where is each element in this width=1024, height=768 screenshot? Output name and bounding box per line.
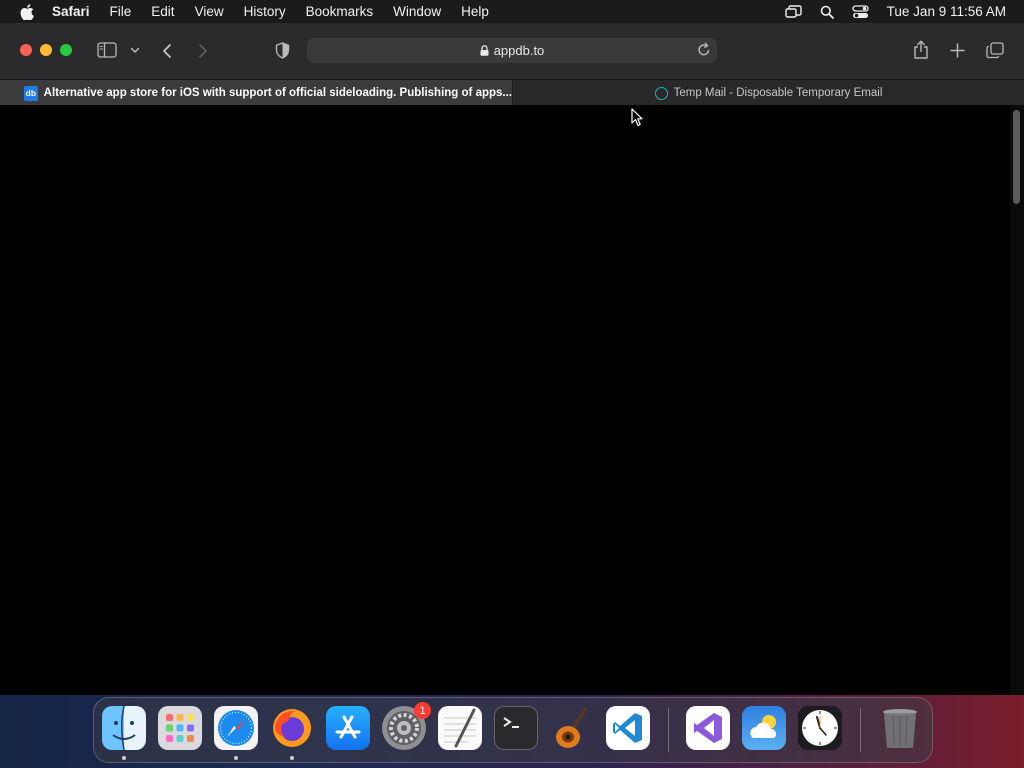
clock-icon[interactable] [798, 706, 842, 750]
tab-temp-mail[interactable]: Temp Mail - Disposable Temporary Email [513, 80, 1024, 106]
minimize-window-button[interactable] [40, 44, 52, 56]
menu-view[interactable]: View [195, 4, 224, 19]
screen-mirroring-icon[interactable] [784, 5, 802, 18]
share-icon[interactable] [913, 40, 929, 59]
lock-icon [480, 45, 489, 56]
scrollbar-thumb[interactable] [1013, 110, 1020, 204]
menu-edit[interactable]: Edit [151, 4, 174, 19]
tab-title: Temp Mail - Disposable Temporary Email [673, 87, 883, 99]
sidebar-toggle-icon[interactable] [97, 42, 117, 58]
temp-mail-favicon-icon [654, 86, 668, 100]
weather-icon[interactable] [742, 706, 786, 750]
finder-running-indicator [122, 756, 126, 760]
menu-file[interactable]: File [110, 4, 132, 19]
menu-bar-clock[interactable]: Tue Jan 9 11:56 AM [887, 4, 1006, 19]
menu-app-name[interactable]: Safari [52, 4, 90, 19]
menu-bar: Safari File Edit View History Bookmarks … [0, 0, 1024, 23]
menu-window[interactable]: Window [393, 4, 441, 19]
safari-icon[interactable] [214, 706, 258, 750]
reload-icon[interactable] [697, 42, 711, 57]
firefox-running-indicator [290, 756, 294, 760]
notification-badge: 1 [414, 702, 431, 719]
finder-icon[interactable] [102, 706, 146, 750]
tab-bar: db Alternative app store for iOS with su… [0, 79, 1024, 106]
tab-appdb[interactable]: db Alternative app store for iOS with su… [0, 80, 512, 106]
visual-studio-code-icon[interactable] [606, 706, 650, 750]
app-store-icon[interactable] [326, 706, 370, 750]
dock-separator [860, 708, 861, 752]
visual-studio-icon[interactable] [686, 706, 730, 750]
mouse-cursor-icon [631, 108, 643, 132]
dock-separator [668, 708, 669, 752]
chevron-down-icon[interactable] [130, 47, 140, 54]
menu-history[interactable]: History [244, 4, 286, 19]
firefox-icon[interactable] [270, 706, 314, 750]
tab-title: Alternative app store for iOS with suppo… [43, 87, 512, 99]
new-tab-plus-icon[interactable] [950, 43, 965, 58]
forward-arrow-icon[interactable] [198, 43, 208, 59]
safari-running-indicator [234, 756, 238, 760]
menu-help[interactable]: Help [461, 4, 489, 19]
launchpad-icon[interactable] [158, 706, 202, 750]
garageband-icon[interactable] [550, 706, 594, 750]
address-url: appdb.to [493, 43, 545, 58]
textedit-icon[interactable] [438, 706, 482, 750]
apple-menu-icon[interactable] [18, 3, 36, 21]
control-center-icon[interactable] [852, 4, 869, 19]
safari-toolbar: appdb.to [0, 23, 1024, 79]
back-arrow-icon[interactable] [162, 43, 172, 59]
spotlight-search-icon[interactable] [820, 5, 834, 19]
privacy-shield-icon[interactable] [275, 42, 290, 59]
fullscreen-window-button[interactable] [60, 44, 72, 56]
web-content-area[interactable] [0, 105, 1010, 695]
menu-bookmarks[interactable]: Bookmarks [306, 4, 374, 19]
appdb-favicon-icon: db [24, 85, 38, 101]
tab-overview-icon[interactable] [986, 42, 1004, 59]
trash-icon[interactable] [878, 706, 922, 750]
address-bar[interactable]: appdb.to [307, 38, 717, 63]
close-window-button[interactable] [20, 44, 32, 56]
dock: 1 [93, 697, 933, 763]
terminal-icon[interactable] [494, 706, 538, 750]
